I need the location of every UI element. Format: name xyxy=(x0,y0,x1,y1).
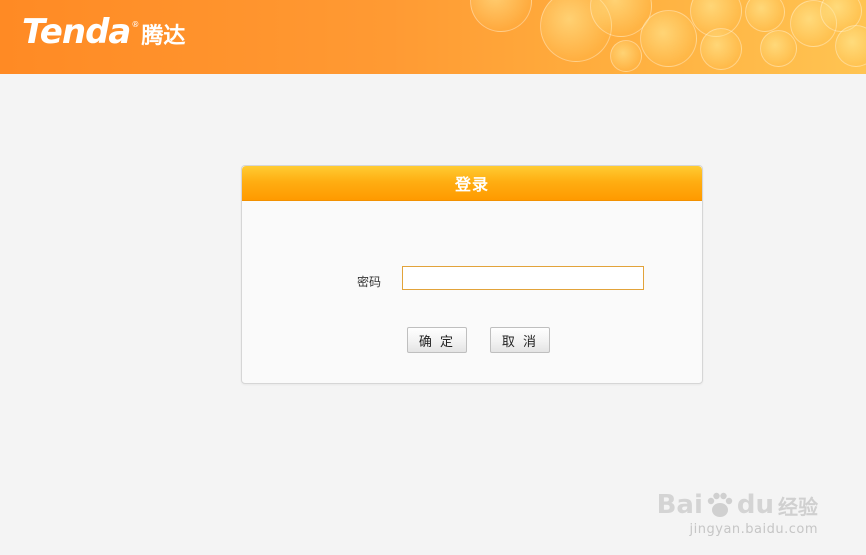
watermark-url: jingyan.baidu.com xyxy=(689,522,818,537)
decor-bubble xyxy=(700,28,742,70)
confirm-button[interactable]: 确 定 xyxy=(407,327,467,353)
paw-icon xyxy=(707,492,733,517)
password-label: 密码 xyxy=(357,275,382,289)
registered-mark: ® xyxy=(131,20,140,29)
decor-bubble xyxy=(610,40,642,72)
logo-chinese-name: 腾达 xyxy=(141,24,186,49)
watermark-brand-b: du xyxy=(736,490,774,520)
login-title-bar: 登录 xyxy=(242,166,702,201)
logo-wordmark: Tenda xyxy=(22,12,131,52)
router-login-page: Tenda ® 腾达 登录 密码 确 定 取 消 Bai du 经验 jingy… xyxy=(0,0,866,555)
decor-bubble xyxy=(760,30,797,67)
cancel-button[interactable]: 取 消 xyxy=(490,327,550,353)
tenda-logo: Tenda ® 腾达 xyxy=(22,12,185,52)
password-input[interactable] xyxy=(402,266,644,290)
decor-bubble xyxy=(745,0,785,32)
login-panel: 登录 密码 确 定 取 消 xyxy=(241,165,703,384)
baidu-jingyan-watermark: Bai du 经验 jingyan.baidu.com xyxy=(657,490,818,537)
decor-bubble xyxy=(640,10,697,67)
watermark-brand-a: Bai xyxy=(656,490,703,520)
decor-bubble xyxy=(835,25,866,67)
decor-bubble xyxy=(470,0,532,32)
login-title: 登录 xyxy=(454,175,489,194)
watermark-brand-cn: 经验 xyxy=(778,494,818,519)
watermark-brand: Bai du 经验 xyxy=(657,490,818,520)
header-banner: Tenda ® 腾达 xyxy=(0,0,866,74)
